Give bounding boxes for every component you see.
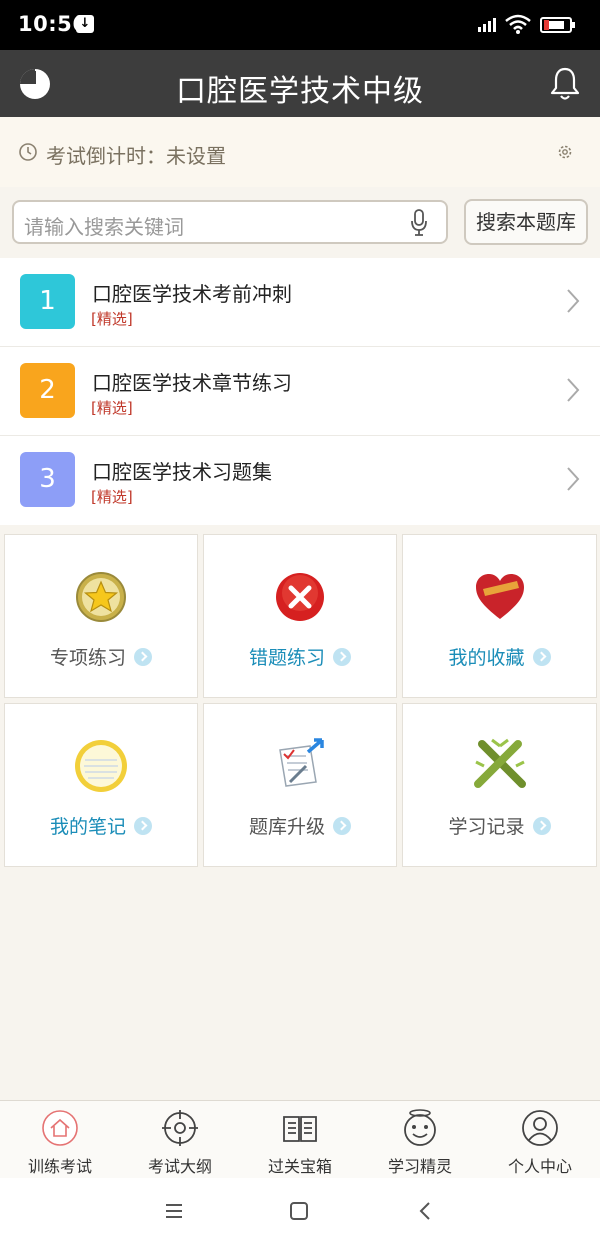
feature-notes[interactable]: 我的笔记 bbox=[4, 703, 198, 867]
microphone-icon[interactable] bbox=[410, 209, 428, 237]
document-upgrade-icon bbox=[279, 738, 324, 787]
bell-icon[interactable] bbox=[549, 66, 581, 102]
status-bar: 10:56 ↓ bbox=[0, 0, 600, 50]
tab-exam-syllabus[interactable]: 考试大纲 bbox=[120, 1101, 240, 1179]
arrow-circle-icon bbox=[532, 647, 551, 666]
home-icon bbox=[42, 1110, 78, 1146]
gear-icon[interactable] bbox=[556, 143, 574, 161]
page-title: 口腔医学技术中级 bbox=[176, 74, 424, 109]
list-item[interactable]: 3 口腔医学技术习题集 [精选] bbox=[0, 436, 600, 525]
star-badge-icon bbox=[76, 572, 126, 622]
smiley-icon bbox=[404, 1109, 436, 1146]
feature-favorites[interactable]: 我的收藏 bbox=[402, 534, 597, 698]
feature-label: 题库升级 bbox=[204, 812, 396, 839]
tab-label: 个人中心 bbox=[507, 1157, 572, 1176]
arrow-circle-icon bbox=[532, 816, 551, 835]
search-placeholder: 请输入搜索关键词 bbox=[24, 215, 184, 239]
user-icon bbox=[522, 1110, 558, 1146]
search-row: 请输入搜索关键词 搜索本题库 bbox=[0, 187, 600, 257]
chevron-right-icon bbox=[567, 289, 580, 313]
countdown-text: 考试倒计时：未设置 bbox=[46, 144, 226, 168]
feature-label: 错题练习 bbox=[204, 643, 396, 670]
arrow-circle-icon bbox=[134, 816, 152, 835]
download-icon: ↓ bbox=[76, 15, 94, 33]
battery-charge-mark bbox=[544, 20, 549, 30]
book-icon bbox=[283, 1116, 317, 1142]
list-item[interactable]: 2 口腔医学技术章节练习 [精选] bbox=[0, 347, 600, 436]
crossed-pencils-icon bbox=[473, 738, 526, 788]
exam-countdown[interactable]: 考试倒计时：未设置 bbox=[0, 117, 600, 187]
arrow-circle-icon bbox=[333, 816, 351, 835]
home-square-icon[interactable] bbox=[289, 1202, 309, 1220]
battery-icon bbox=[540, 17, 575, 33]
feature-study-record[interactable]: 学习记录 bbox=[402, 703, 597, 867]
item-title: 口腔医学技术章节练习 bbox=[92, 371, 292, 395]
tab-label: 训练考试 bbox=[27, 1157, 92, 1176]
featured-tag: [精选] bbox=[91, 399, 133, 417]
search-input[interactable]: 请输入搜索关键词 bbox=[12, 200, 448, 244]
question-bank-list: 1 口腔医学技术考前冲刺 [精选] 2 口腔医学技术章节练习 [精选] 3 口腔… bbox=[0, 258, 600, 525]
tab-training-exam[interactable]: 训练考试 bbox=[0, 1101, 120, 1179]
back-icon[interactable] bbox=[417, 1202, 433, 1220]
chevron-right-icon bbox=[567, 467, 580, 491]
feature-label: 我的收藏 bbox=[403, 643, 596, 670]
feature-special-practice[interactable]: 专项练习 bbox=[4, 534, 198, 698]
tab-label: 考试大纲 bbox=[147, 1157, 212, 1176]
tab-label: 学习精灵 bbox=[387, 1157, 452, 1176]
title-bar: 口腔医学技术中级 bbox=[0, 50, 600, 117]
feature-label: 学习记录 bbox=[403, 812, 596, 839]
crosshair-icon bbox=[162, 1110, 198, 1146]
arrow-circle-icon bbox=[134, 647, 152, 666]
feature-label: 我的笔记 bbox=[5, 812, 197, 839]
feature-label: 专项练习 bbox=[5, 643, 197, 670]
tab-pass-treasure[interactable]: 过关宝箱 bbox=[240, 1101, 360, 1179]
tab-label: 过关宝箱 bbox=[267, 1157, 332, 1176]
timer-icon bbox=[19, 143, 37, 161]
featured-tag: [精选] bbox=[91, 488, 133, 506]
featured-tag: [精选] bbox=[91, 310, 133, 328]
signal-icon bbox=[478, 18, 496, 32]
feature-wrong-questions[interactable]: 错题练习 bbox=[203, 534, 397, 698]
system-nav-bar bbox=[0, 1178, 600, 1249]
item-number-badge: 1 bbox=[20, 274, 75, 329]
heart-icon bbox=[475, 574, 524, 619]
tab-personal-center[interactable]: 个人中心 bbox=[480, 1101, 600, 1179]
item-number-badge: 2 bbox=[20, 363, 75, 418]
item-number-badge: 3 bbox=[20, 452, 75, 507]
feature-grid: 专项练习 错题练习 我的收藏 我的笔记 题库升级 学习记录 bbox=[4, 534, 597, 867]
notepad-icon bbox=[75, 740, 127, 792]
arrow-circle-icon bbox=[333, 647, 351, 666]
feature-bank-upgrade[interactable]: 题库升级 bbox=[203, 703, 397, 867]
item-title: 口腔医学技术考前冲刺 bbox=[92, 282, 292, 306]
item-title: 口腔医学技术习题集 bbox=[92, 460, 272, 484]
bottom-tab-bar: 训练考试 考试大纲 过关宝箱 学习精灵 个人中心 bbox=[0, 1100, 600, 1178]
search-bank-button[interactable]: 搜索本题库 bbox=[464, 199, 588, 245]
red-cross-icon bbox=[276, 573, 324, 621]
tab-study-genie[interactable]: 学习精灵 bbox=[360, 1101, 480, 1179]
menu-icon[interactable] bbox=[164, 1202, 184, 1220]
wifi-icon bbox=[505, 14, 531, 34]
list-item[interactable]: 1 口腔医学技术考前冲刺 [精选] bbox=[0, 258, 600, 347]
chevron-right-icon bbox=[567, 378, 580, 402]
